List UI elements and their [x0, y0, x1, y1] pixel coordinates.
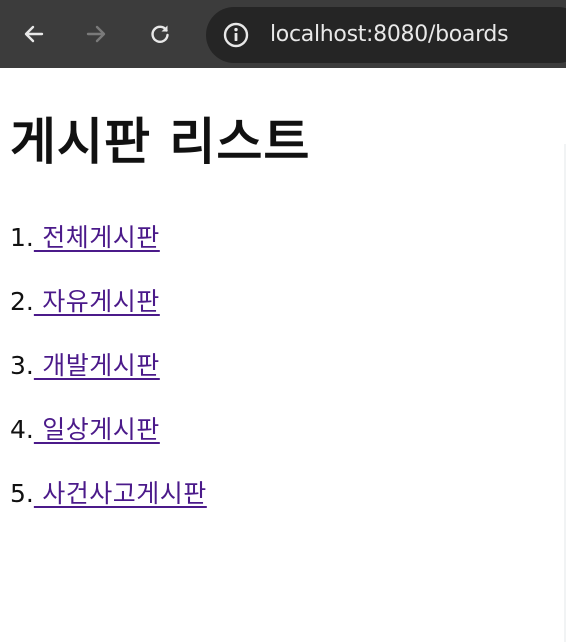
list-number: 1. [10, 223, 34, 252]
list-number: 5. [10, 479, 34, 508]
list-item: 1. 전체게시판 [10, 222, 207, 254]
board-link-daily[interactable]: 일상게시판 [34, 415, 160, 444]
page-title: 게시판 리스트 [10, 113, 311, 171]
reload-icon [151, 25, 169, 43]
arrow-right-icon [86, 25, 106, 43]
reload-button[interactable] [140, 14, 180, 54]
address-bar[interactable]: localhost:8080/boards [206, 7, 566, 63]
board-link-free[interactable]: 자유게시판 [34, 287, 160, 316]
back-button[interactable] [14, 14, 54, 54]
list-item: 3. 개발게시판 [10, 350, 207, 382]
info-icon[interactable] [222, 21, 250, 49]
arrow-left-icon [24, 25, 44, 43]
board-list: 1. 전체게시판 2. 자유게시판 3. 개발게시판 4. 일상게시판 5. 사… [10, 222, 207, 542]
url-text[interactable]: localhost:8080/boards [270, 21, 509, 49]
list-number: 4. [10, 415, 34, 444]
board-link-dev[interactable]: 개발게시판 [34, 351, 160, 380]
forward-button[interactable] [76, 14, 116, 54]
browser-toolbar: localhost:8080/boards [0, 0, 566, 68]
list-item: 5. 사건사고게시판 [10, 478, 207, 510]
board-link-incident[interactable]: 사건사고게시판 [34, 479, 207, 508]
list-number: 2. [10, 287, 34, 316]
board-link-all[interactable]: 전체게시판 [34, 223, 160, 252]
list-item: 4. 일상게시판 [10, 414, 207, 446]
list-number: 3. [10, 351, 34, 380]
list-item: 2. 자유게시판 [10, 286, 207, 318]
